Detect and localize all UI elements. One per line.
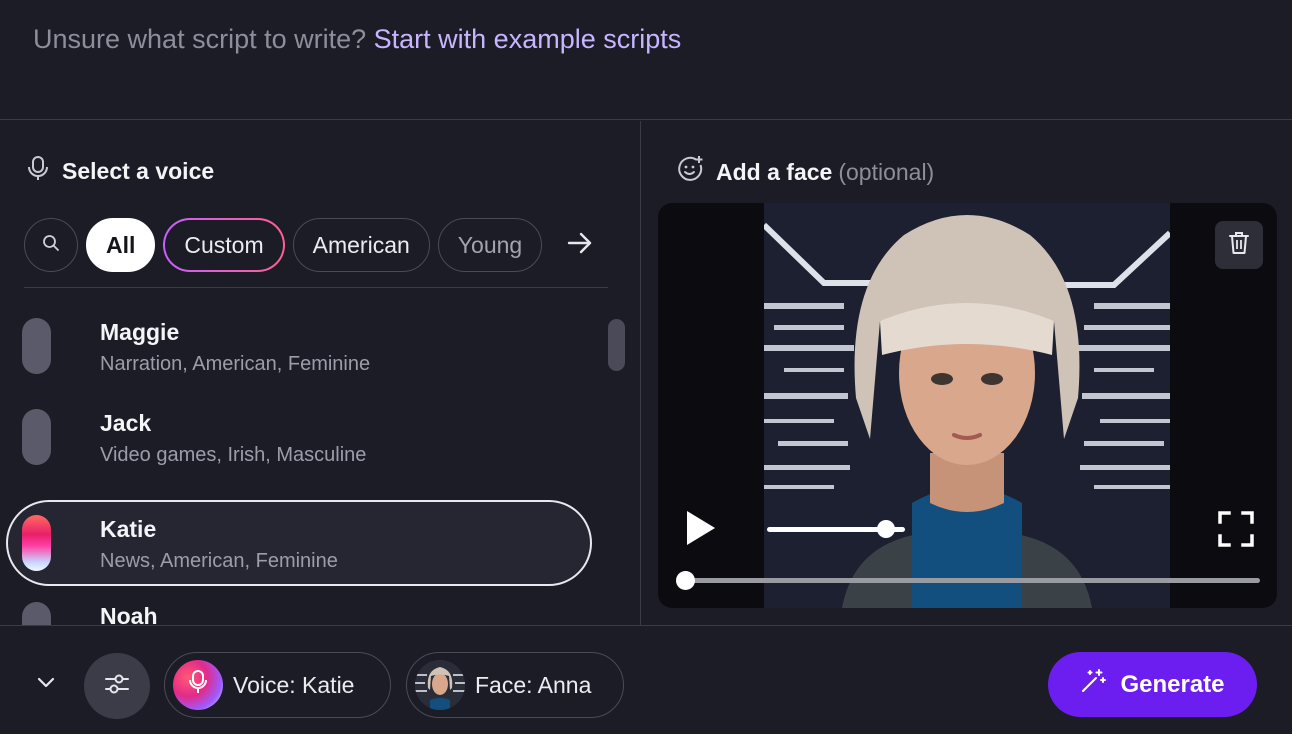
voice-item-noah[interactable]: Noah <box>6 588 592 625</box>
play-icon <box>684 511 718 551</box>
filter-chip-all[interactable]: All <box>86 218 156 272</box>
generate-button[interactable]: Generate <box>1048 652 1257 717</box>
script-hint-bar: Unsure what script to write? Start with … <box>0 0 1292 120</box>
fullscreen-button[interactable] <box>1218 511 1254 547</box>
filter-chip-young[interactable]: Young <box>437 218 543 272</box>
voice-item-maggie[interactable]: Maggie Narration, American, Feminine <box>6 304 592 390</box>
filter-chip-american[interactable]: American <box>292 218 430 272</box>
voice-pill-avatar <box>173 660 223 710</box>
voice-pill-label: Voice: Katie <box>233 671 355 698</box>
filter-scroll-right-button[interactable] <box>564 229 596 261</box>
voice-search-button[interactable] <box>24 218 78 272</box>
face-video-player <box>658 203 1277 608</box>
generate-label: Generate <box>1120 670 1225 698</box>
face-panel-title: Add a face <box>716 158 833 185</box>
sliders-icon <box>104 672 130 701</box>
playback-progress-track[interactable] <box>685 578 1260 583</box>
collapse-button[interactable] <box>28 671 64 699</box>
voice-avatar <box>22 602 51 625</box>
filter-divider <box>24 287 608 288</box>
microphone-icon <box>26 155 50 187</box>
selected-face-pill[interactable]: Face: Anna <box>406 652 624 718</box>
example-scripts-link[interactable]: Start with example scripts <box>374 24 682 54</box>
voice-item-katie[interactable]: Katie News, American, Feminine <box>6 500 592 586</box>
voice-name: Katie <box>100 516 157 542</box>
fullscreen-icon <box>1218 511 1254 551</box>
trash-icon <box>1228 231 1250 260</box>
filter-chip-custom[interactable]: Custom <box>163 218 284 272</box>
voice-list: Maggie Narration, American, Feminine Jac… <box>0 301 600 625</box>
arrow-right-icon <box>567 232 593 259</box>
voice-name: Noah <box>100 603 158 625</box>
voice-tags: Narration, American, Feminine <box>100 353 371 375</box>
voice-item-jack[interactable]: Jack Video games, Irish, Masculine <box>6 395 592 481</box>
voice-name: Jack <box>100 410 152 436</box>
chevron-down-icon <box>37 676 55 694</box>
voice-avatar <box>22 515 51 571</box>
face-preview-image <box>764 203 1170 608</box>
delete-face-button[interactable] <box>1215 221 1263 269</box>
face-pill-avatar <box>415 660 465 710</box>
microphone-icon <box>189 669 207 701</box>
face-pill-label: Face: Anna <box>475 671 592 698</box>
selected-voice-pill[interactable]: Voice: Katie <box>164 652 391 718</box>
voice-filter-bar: All Custom American Young <box>24 218 543 272</box>
face-panel: Add a face (optional) <box>642 121 1292 625</box>
voice-avatar <box>22 318 51 374</box>
magic-wand-icon <box>1080 668 1107 701</box>
voice-name: Maggie <box>100 319 180 345</box>
bottom-action-bar: Voice: Katie Face: Anna Generate <box>0 625 1292 734</box>
face-panel-optional: (optional) <box>838 158 935 185</box>
playback-progress-knob[interactable] <box>675 571 695 590</box>
script-hint: Unsure what script to write? Start with … <box>33 24 681 55</box>
smiley-add-icon <box>676 155 704 189</box>
voice-tags: News, American, Feminine <box>100 550 338 572</box>
script-hint-text: Unsure what script to write? <box>33 24 367 54</box>
face-panel-header: Add a face (optional) <box>676 155 934 189</box>
voice-tags: Video games, Irish, Masculine <box>100 444 367 466</box>
settings-button[interactable] <box>84 653 150 719</box>
voice-avatar <box>22 409 51 465</box>
voice-panel: Select a voice All Custom American Young… <box>0 121 641 625</box>
search-icon <box>42 234 60 257</box>
voice-panel-header: Select a voice <box>26 155 214 187</box>
voice-panel-title: Select a voice <box>62 157 215 184</box>
play-button[interactable] <box>684 509 718 547</box>
voice-list-scrollbar[interactable] <box>608 319 625 371</box>
